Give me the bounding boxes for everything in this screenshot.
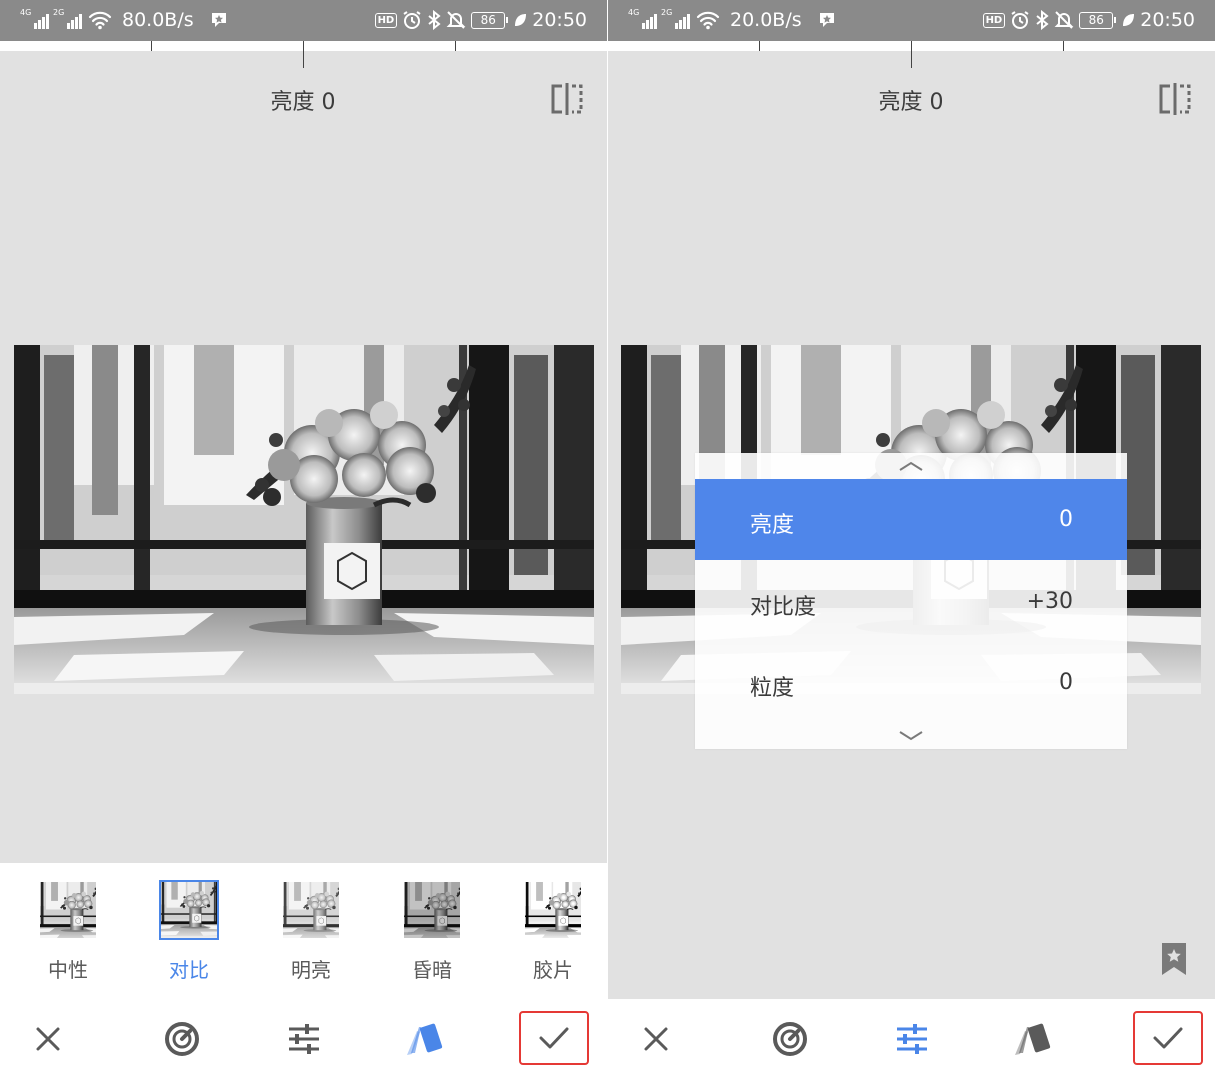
checkmark-icon xyxy=(1153,1027,1183,1049)
tune-image-button[interactable] xyxy=(278,1013,330,1065)
styles-button[interactable] xyxy=(1007,1013,1059,1065)
menu-item-name: 粒度 xyxy=(750,676,795,701)
sliders-icon xyxy=(289,1024,319,1054)
scale-tick xyxy=(151,41,152,51)
network-speed: 20.0B/s xyxy=(730,9,802,31)
preset-bright[interactable]: 明亮 xyxy=(276,880,346,983)
scale-tick xyxy=(455,41,456,51)
menu-item-name: 亮度 xyxy=(750,513,795,538)
auto-adjust-button[interactable] xyxy=(764,1013,816,1065)
menu-item-grain[interactable]: 粒度 0 xyxy=(695,642,1127,723)
clock-time: 20:50 xyxy=(1140,9,1195,31)
cancel-button[interactable] xyxy=(630,1013,682,1065)
wifi-icon xyxy=(696,10,720,30)
chevron-up-icon xyxy=(899,461,923,471)
preset-dark[interactable]: 昏暗 xyxy=(397,880,467,983)
adjust-parameter-menu: 亮度 0 对比度 +30 粒度 0 xyxy=(695,453,1127,749)
hd-call-icon: HD xyxy=(374,12,398,28)
preset-label: 胶片 xyxy=(533,958,573,982)
photo-canvas[interactable] xyxy=(14,345,594,694)
preset-thumbnail xyxy=(159,880,219,940)
scale-center-tick xyxy=(303,41,304,68)
clock-time: 20:50 xyxy=(532,9,587,31)
menu-scroll-up[interactable] xyxy=(695,453,1127,479)
auto-adjust-button[interactable] xyxy=(156,1013,208,1065)
checkmark-icon xyxy=(539,1027,569,1049)
cellular-signal-2-icon: 2G xyxy=(661,8,690,29)
network-speed: 80.0B/s xyxy=(122,9,194,31)
preset-thumbnail xyxy=(402,880,462,940)
styles-cards-icon xyxy=(1015,1023,1051,1055)
power-saving-leaf-icon xyxy=(513,12,527,28)
close-icon xyxy=(644,1027,668,1051)
scale-tick xyxy=(759,41,760,51)
battery-indicator: 86 xyxy=(471,11,509,29)
wifi-icon xyxy=(88,10,112,30)
preset-neutral[interactable]: 中性 xyxy=(33,880,103,983)
mute-bell-icon xyxy=(1054,10,1074,30)
cellular-signal-icon: 4G xyxy=(628,8,657,29)
styles-cards-icon xyxy=(407,1023,443,1055)
scale-center-tick xyxy=(911,41,912,68)
current-adjustment-label: 亮度 0 xyxy=(878,90,944,115)
bottom-toolbar xyxy=(608,999,1215,1080)
preset-styles-strip: 中性 对比 明亮 昏暗 胶片 xyxy=(0,863,607,999)
chevron-down-icon xyxy=(899,731,923,741)
close-icon xyxy=(36,1027,60,1051)
apply-button[interactable] xyxy=(519,1011,589,1065)
alarm-icon xyxy=(402,10,422,30)
preset-thumbnail xyxy=(281,880,341,940)
menu-item-contrast[interactable]: 对比度 +30 xyxy=(695,561,1127,642)
tone-dial-icon xyxy=(165,1022,199,1056)
tune-image-button[interactable] xyxy=(886,1013,938,1065)
menu-item-value: 0 xyxy=(1059,670,1073,695)
cellular-signal-icon: 4G xyxy=(20,8,49,29)
preset-contrast[interactable]: 对比 xyxy=(154,880,224,983)
preset-label: 明亮 xyxy=(291,958,331,982)
current-adjustment-label: 亮度 0 xyxy=(270,90,336,115)
compare-split-icon[interactable] xyxy=(1158,82,1192,116)
bluetooth-icon xyxy=(427,10,441,30)
mute-bell-icon xyxy=(446,10,466,30)
preset-thumbnail xyxy=(38,880,98,940)
bottom-toolbar xyxy=(0,999,607,1080)
styles-button[interactable] xyxy=(399,1013,451,1065)
tone-dial-icon xyxy=(773,1022,807,1056)
preset-label: 中性 xyxy=(48,958,88,982)
bookmark-star-icon[interactable] xyxy=(1161,942,1187,976)
notification-app-icon xyxy=(210,11,228,29)
menu-item-name: 对比度 xyxy=(750,595,817,620)
battery-indicator: 86 xyxy=(1079,11,1117,29)
preset-label: 昏暗 xyxy=(412,958,452,982)
status-bar: 4G 2G 20.0B/s HD 86 20:50 xyxy=(608,0,1215,41)
menu-scroll-down[interactable] xyxy=(695,723,1127,749)
preset-film[interactable]: 胶片 xyxy=(518,880,588,983)
sliders-icon xyxy=(897,1024,927,1054)
scale-tick xyxy=(1063,41,1064,51)
cancel-button[interactable] xyxy=(22,1013,74,1065)
screen-tune-menu: 4G 2G 20.0B/s HD 86 20:50 亮度 0 亮度 0 对比度 … xyxy=(608,0,1215,1080)
apply-button[interactable] xyxy=(1133,1011,1203,1065)
cellular-signal-2-icon: 2G xyxy=(53,8,82,29)
compare-split-icon[interactable] xyxy=(550,82,584,116)
notification-app-icon xyxy=(818,11,836,29)
bluetooth-icon xyxy=(1035,10,1049,30)
menu-item-value: 0 xyxy=(1059,507,1073,532)
preset-label: 对比 xyxy=(169,958,209,982)
screen-preset-styles: 4G 2G 80.0B/s HD 86 20:50 亮度 0 中性 对比 明亮 … xyxy=(0,0,607,1080)
menu-item-brightness[interactable]: 亮度 0 xyxy=(695,479,1127,560)
preset-thumbnail xyxy=(523,880,583,940)
menu-item-value: +30 xyxy=(1026,589,1073,614)
status-bar: 4G 2G 80.0B/s HD 86 20:50 xyxy=(0,0,607,41)
alarm-icon xyxy=(1010,10,1030,30)
hd-call-icon: HD xyxy=(982,12,1006,28)
power-saving-leaf-icon xyxy=(1121,12,1135,28)
